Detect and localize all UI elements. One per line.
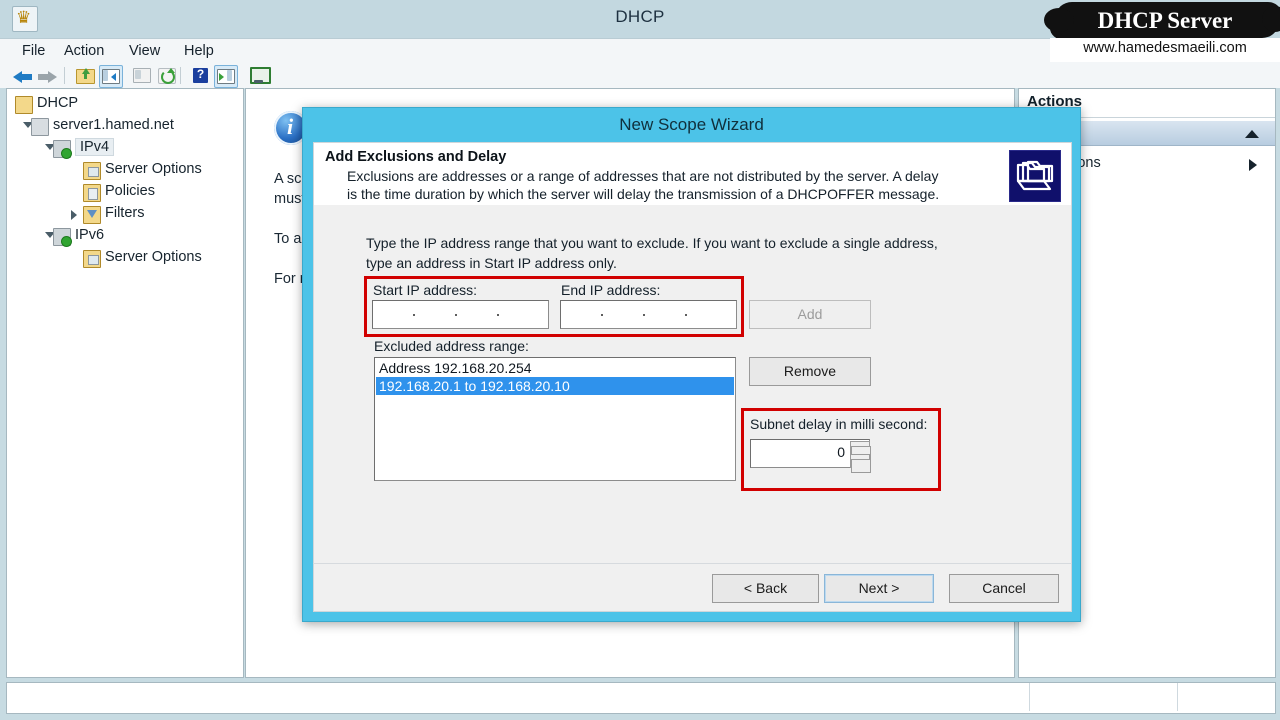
filters-icon xyxy=(83,206,101,224)
export-list-icon[interactable] xyxy=(248,65,271,86)
tree-node-label: server1.hamed.net xyxy=(53,117,174,133)
tree-node-label: Server Options xyxy=(105,161,202,177)
excluded-range-listbox[interactable]: Address 192.168.20.254 192.168.20.1 to 1… xyxy=(374,357,736,481)
cancel-button[interactable]: Cancel xyxy=(949,574,1059,603)
subnet-delay-value: 0 xyxy=(837,444,845,460)
list-item[interactable]: Address 192.168.20.254 xyxy=(376,359,734,377)
excluded-range-label: Excluded address range: xyxy=(374,338,529,354)
watermark-url: www.hamedesmaeili.com xyxy=(1083,40,1247,56)
policies-icon xyxy=(83,184,101,202)
intro-line-1: Type the IP address range that you want … xyxy=(366,235,938,251)
stepper-buttons[interactable] xyxy=(850,441,871,473)
ipv6-icon xyxy=(53,228,72,247)
show-hide-console-tree-icon[interactable] xyxy=(99,65,123,88)
menu-item-help[interactable]: Help xyxy=(176,43,222,59)
tree-node-label: IPv6 xyxy=(75,227,105,243)
add-button[interactable]: Add xyxy=(749,300,871,329)
remove-button[interactable]: Remove xyxy=(749,357,871,386)
tree-node-label: DHCP xyxy=(37,95,79,111)
watermark: DHCP Server www.hamedesmaeili.com xyxy=(1044,0,1280,62)
server-icon xyxy=(31,118,49,136)
dhcp-console-window: ♛ DHCP File Action View Help ? DHCP serv… xyxy=(0,0,1280,720)
server-options-icon xyxy=(83,250,101,268)
tree-node-label: IPv4 xyxy=(75,138,115,156)
folder-stack-icon xyxy=(1009,150,1061,202)
dialog-header: Add Exclusions and Delay Exclusions are … xyxy=(313,142,1072,207)
dhcp-root-icon xyxy=(15,96,33,114)
server-options-icon xyxy=(83,162,101,180)
dialog-heading: Add Exclusions and Delay xyxy=(325,149,507,165)
end-ip-input[interactable] xyxy=(560,300,737,329)
start-ip-input[interactable] xyxy=(372,300,549,329)
details-line-2: must xyxy=(274,191,306,207)
watermark-title: DHCP Server xyxy=(1097,8,1233,33)
next-button[interactable]: Next > xyxy=(824,574,934,603)
menu-item-view[interactable]: View xyxy=(121,43,168,59)
help-icon[interactable]: ? xyxy=(190,65,212,86)
dialog-footer: < Back Next > Cancel xyxy=(313,563,1072,612)
console-tree-pane[interactable]: DHCP server1.hamed.net IPv4 Server Optio… xyxy=(6,88,244,678)
dialog-subtext-line-1: Exclusions are addresses or a range of a… xyxy=(347,168,939,184)
end-ip-label: End IP address: xyxy=(561,282,661,298)
chevron-right-icon[interactable] xyxy=(71,210,77,220)
up-one-level-icon[interactable] xyxy=(74,65,96,86)
forward-icon[interactable] xyxy=(36,65,58,86)
chevron-up-icon[interactable] xyxy=(1245,130,1259,138)
subnet-delay-stepper[interactable]: 0 xyxy=(750,439,871,473)
subnet-delay-label: Subnet delay in milli second: xyxy=(750,416,928,432)
show-hide-action-pane-icon[interactable] xyxy=(214,65,238,88)
spinner-up-icon[interactable] xyxy=(850,441,871,460)
intro-line-2: type an address in Start IP address only… xyxy=(366,255,617,271)
tree-node-label: Policies xyxy=(105,183,155,199)
toolbar: ? xyxy=(0,63,1280,88)
tree-node-label: Server Options xyxy=(105,249,202,265)
back-icon[interactable] xyxy=(12,65,34,86)
spinner-down-icon[interactable] xyxy=(850,454,871,473)
status-bar xyxy=(6,682,1276,714)
tree-node-label: Filters xyxy=(105,205,145,221)
dialog-subtext-line-2: is the time duration by which the server… xyxy=(347,186,940,202)
chevron-right-icon[interactable] xyxy=(1249,159,1257,171)
menu-item-action[interactable]: Action xyxy=(56,43,112,59)
ipv4-icon xyxy=(53,140,72,159)
list-item[interactable]: 192.168.20.1 to 192.168.20.10 xyxy=(376,377,734,395)
back-button[interactable]: < Back xyxy=(712,574,819,603)
dialog-title: New Scope Wizard xyxy=(619,115,764,134)
new-scope-wizard-dialog: New Scope Wizard Add Exclusions and Dela… xyxy=(302,107,1081,622)
start-ip-label: Start IP address: xyxy=(373,282,478,298)
properties-icon[interactable] xyxy=(131,65,153,86)
menu-item-file[interactable]: File xyxy=(14,43,53,59)
refresh-icon[interactable] xyxy=(156,65,178,86)
dialog-body: Type the IP address range that you want … xyxy=(313,205,1072,564)
